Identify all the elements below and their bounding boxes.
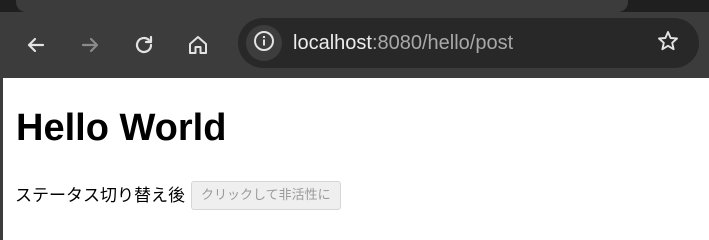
page-title: Hello World [16, 107, 227, 149]
tab-strip [0, 0, 709, 12]
address-bar[interactable]: localhost:8080/hello/post [238, 18, 699, 68]
star-icon [656, 29, 680, 57]
reload-button[interactable] [126, 27, 162, 63]
forward-button[interactable] [72, 27, 108, 63]
page-content: Hello World ステータス切り替え後 クリックして非活性に [3, 78, 709, 240]
home-button[interactable] [180, 27, 216, 63]
home-icon [186, 33, 210, 57]
reload-icon [132, 33, 156, 57]
url-host: localhost [293, 32, 372, 54]
url-text[interactable]: localhost:8080/hello/post [293, 30, 513, 56]
bookmark-button[interactable] [655, 30, 681, 56]
arrow-left-icon [24, 33, 48, 57]
info-icon [253, 30, 275, 56]
active-tab[interactable] [16, 0, 628, 12]
browser-toolbar: localhost:8080/hello/post [0, 12, 709, 78]
status-label: ステータス切り替え後 [15, 185, 185, 206]
back-button[interactable] [18, 27, 54, 63]
url-path: :8080/hello/post [371, 32, 514, 54]
status-row: ステータス切り替え後 クリックして非活性に [15, 181, 341, 210]
arrow-right-icon [78, 33, 102, 57]
site-info-button[interactable] [246, 25, 282, 61]
deactivate-button[interactable]: クリックして非活性に [191, 181, 341, 210]
